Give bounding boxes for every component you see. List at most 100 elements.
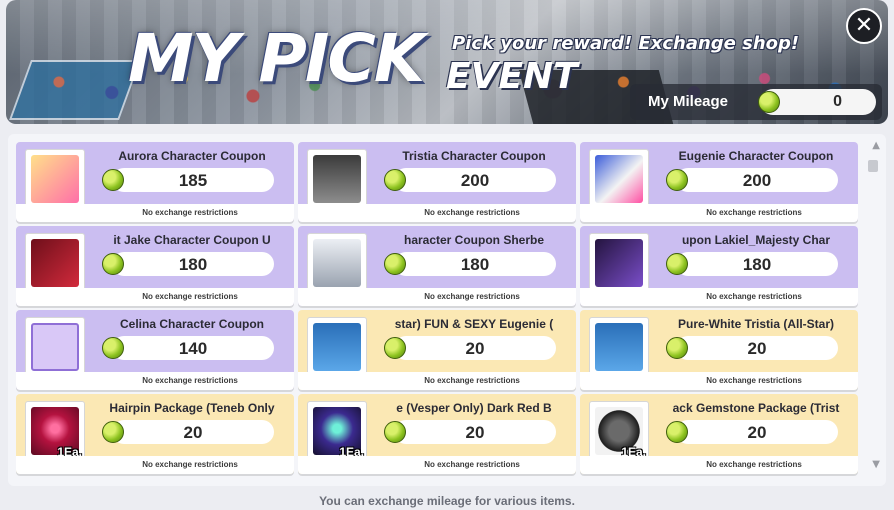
item-name: haracter Coupon Sherbe	[403, 233, 545, 247]
item-thumbnail-art	[595, 239, 643, 287]
item-price: 180	[384, 252, 556, 276]
item-card-body: Eugenie Character Coupon 200	[580, 142, 858, 209]
item-thumbnail	[307, 149, 367, 209]
item-thumbnail	[25, 317, 85, 377]
item-price-value: 185	[178, 171, 208, 190]
item-name: e (Vesper Only) Dark Red B	[396, 401, 552, 415]
item-restriction: No exchange restrictions	[580, 372, 858, 390]
item-thumbnail	[589, 317, 649, 377]
item-price-value: 20	[747, 423, 767, 442]
exchange-shop-window: MY PICK Pick your reward! Exchange shop!…	[0, 0, 894, 510]
item-card[interactable]: Aurora Character Coupon 185 No exchange re…	[16, 142, 294, 222]
item-thumbnail	[307, 233, 367, 293]
item-restriction: No exchange restrictions	[298, 204, 576, 222]
mileage-panel: My Mileage 0	[630, 84, 882, 120]
item-card[interactable]: Celina Character Coupon 140 No exchange re…	[16, 310, 294, 390]
item-thumbnail-art	[595, 323, 643, 371]
item-restriction: No exchange restrictions	[298, 288, 576, 306]
item-name: Hairpin Package (Teneb Only	[109, 401, 275, 415]
footer-hint: You can exchange mileage for various ite…	[319, 494, 575, 508]
item-card[interactable]: it Jake Character Coupon U 180 No exchange…	[16, 226, 294, 306]
item-thumbnail: 1Ea.	[589, 401, 649, 461]
item-price: 20	[384, 420, 556, 444]
item-card-body: Tristia Character Coupon 200	[298, 142, 576, 209]
scrollbar-thumb[interactable]	[868, 160, 878, 172]
item-price-value: 20	[747, 339, 767, 358]
item-card-body: it Jake Character Coupon U 180	[16, 226, 294, 293]
scroll-down-icon[interactable]: ▼	[872, 459, 880, 470]
item-card[interactable]: Pure-White Tristia (All-Star) 20 No exchan…	[580, 310, 858, 390]
item-name: upon Lakiel_Majesty Char	[681, 233, 831, 247]
item-price-value: 180	[460, 255, 490, 274]
item-price: 200	[384, 168, 556, 192]
item-price-value: 140	[178, 339, 208, 358]
item-name: Tristia Character Coupon	[402, 149, 546, 163]
item-card-body: Celina Character Coupon 140	[16, 310, 294, 377]
scroll-up-icon[interactable]: ▲	[872, 140, 880, 151]
mileage-value: 0	[833, 93, 842, 110]
item-name: Pure-White Tristia (All-Star)	[677, 317, 835, 331]
item-price: 180	[102, 252, 274, 276]
item-restriction: No exchange restrictions	[16, 204, 294, 222]
item-card[interactable]: Eugenie Character Coupon 200 No exchange r…	[580, 142, 858, 222]
item-thumbnail-art	[313, 155, 361, 203]
item-price: 20	[102, 420, 274, 444]
item-price: 20	[666, 420, 838, 444]
item-card[interactable]: star) FUN & SEXY Eugenie (20 No exchange …	[298, 310, 576, 390]
item-restriction: No exchange restrictions	[16, 456, 294, 474]
page-subtitle: Pick your reward! Exchange shop!	[452, 33, 800, 54]
item-price-value: 20	[183, 423, 203, 442]
item-thumbnail: 1Ea.	[307, 401, 367, 461]
item-price: 20	[384, 336, 556, 360]
item-name: Eugenie Character Coupon	[678, 149, 834, 163]
item-thumbnail-art	[31, 155, 79, 203]
item-thumbnail-art	[313, 323, 361, 371]
page-title-event: EVENT	[446, 56, 578, 97]
item-card-body: Pure-White Tristia (All-Star) 20	[580, 310, 858, 377]
item-thumbnail-art	[31, 239, 79, 287]
item-name: Celina Character Coupon	[119, 317, 265, 331]
item-name: Aurora Character Coupon	[118, 149, 266, 163]
item-card-body: upon Lakiel_Majesty Char 180	[580, 226, 858, 293]
mileage-label: My Mileage	[648, 93, 729, 110]
item-card-body: 1Ea. Hairpin Package (Teneb Only 20	[16, 394, 294, 461]
mileage-display: 0	[758, 89, 876, 115]
item-thumbnail: 1Ea.	[25, 401, 85, 461]
item-price: 200	[666, 168, 838, 192]
close-icon[interactable]: ✕	[846, 8, 882, 44]
item-card[interactable]: Tristia Character Coupon 200 No exchange r…	[298, 142, 576, 222]
item-card[interactable]: haracter Coupon Sherbe 180 No exchange res…	[298, 226, 576, 306]
item-restriction: No exchange restrictions	[580, 456, 858, 474]
item-thumbnail	[589, 149, 649, 209]
item-price-value: 180	[742, 255, 772, 274]
mileage-coin-icon	[758, 91, 780, 113]
item-price: 20	[666, 336, 838, 360]
item-thumbnail	[25, 233, 85, 293]
item-price-value: 200	[742, 171, 772, 190]
item-thumbnail	[25, 149, 85, 209]
item-restriction: No exchange restrictions	[298, 456, 576, 474]
item-card[interactable]: 1Ea. Hairpin Package (Teneb Only 20 No exch…	[16, 394, 294, 474]
item-price: 180	[666, 252, 838, 276]
item-name: ack Gemstone Package (Trist	[672, 401, 840, 415]
item-price-value: 180	[178, 255, 208, 274]
item-restriction: No exchange restrictions	[16, 372, 294, 390]
item-card[interactable]: 1Ea. e (Vesper Only) Dark Red B 20 No excha…	[298, 394, 576, 474]
item-price-value: 20	[465, 339, 485, 358]
item-card-body: star) FUN & SEXY Eugenie (20	[298, 310, 576, 377]
item-restriction: No exchange restrictions	[298, 372, 576, 390]
item-card-body: 1Ea. ack Gemstone Package (Trist 20	[580, 394, 858, 461]
item-thumbnail-art	[313, 239, 361, 287]
item-price-value: 200	[460, 171, 490, 190]
page-title: MY PICK	[128, 20, 425, 97]
item-restriction: No exchange restrictions	[580, 288, 858, 306]
item-card[interactable]: upon Lakiel_Majesty Char 180 No exchange r…	[580, 226, 858, 306]
item-thumbnail	[589, 233, 649, 293]
item-name: it Jake Character Coupon U	[113, 233, 271, 247]
item-restriction: No exchange restrictions	[580, 204, 858, 222]
item-card-body: Aurora Character Coupon 185	[16, 142, 294, 209]
item-card[interactable]: 1Ea. ack Gemstone Package (Trist 20 No exch…	[580, 394, 858, 474]
item-price: 185	[102, 168, 274, 192]
item-thumbnail	[307, 317, 367, 377]
item-price-value: 20	[465, 423, 485, 442]
